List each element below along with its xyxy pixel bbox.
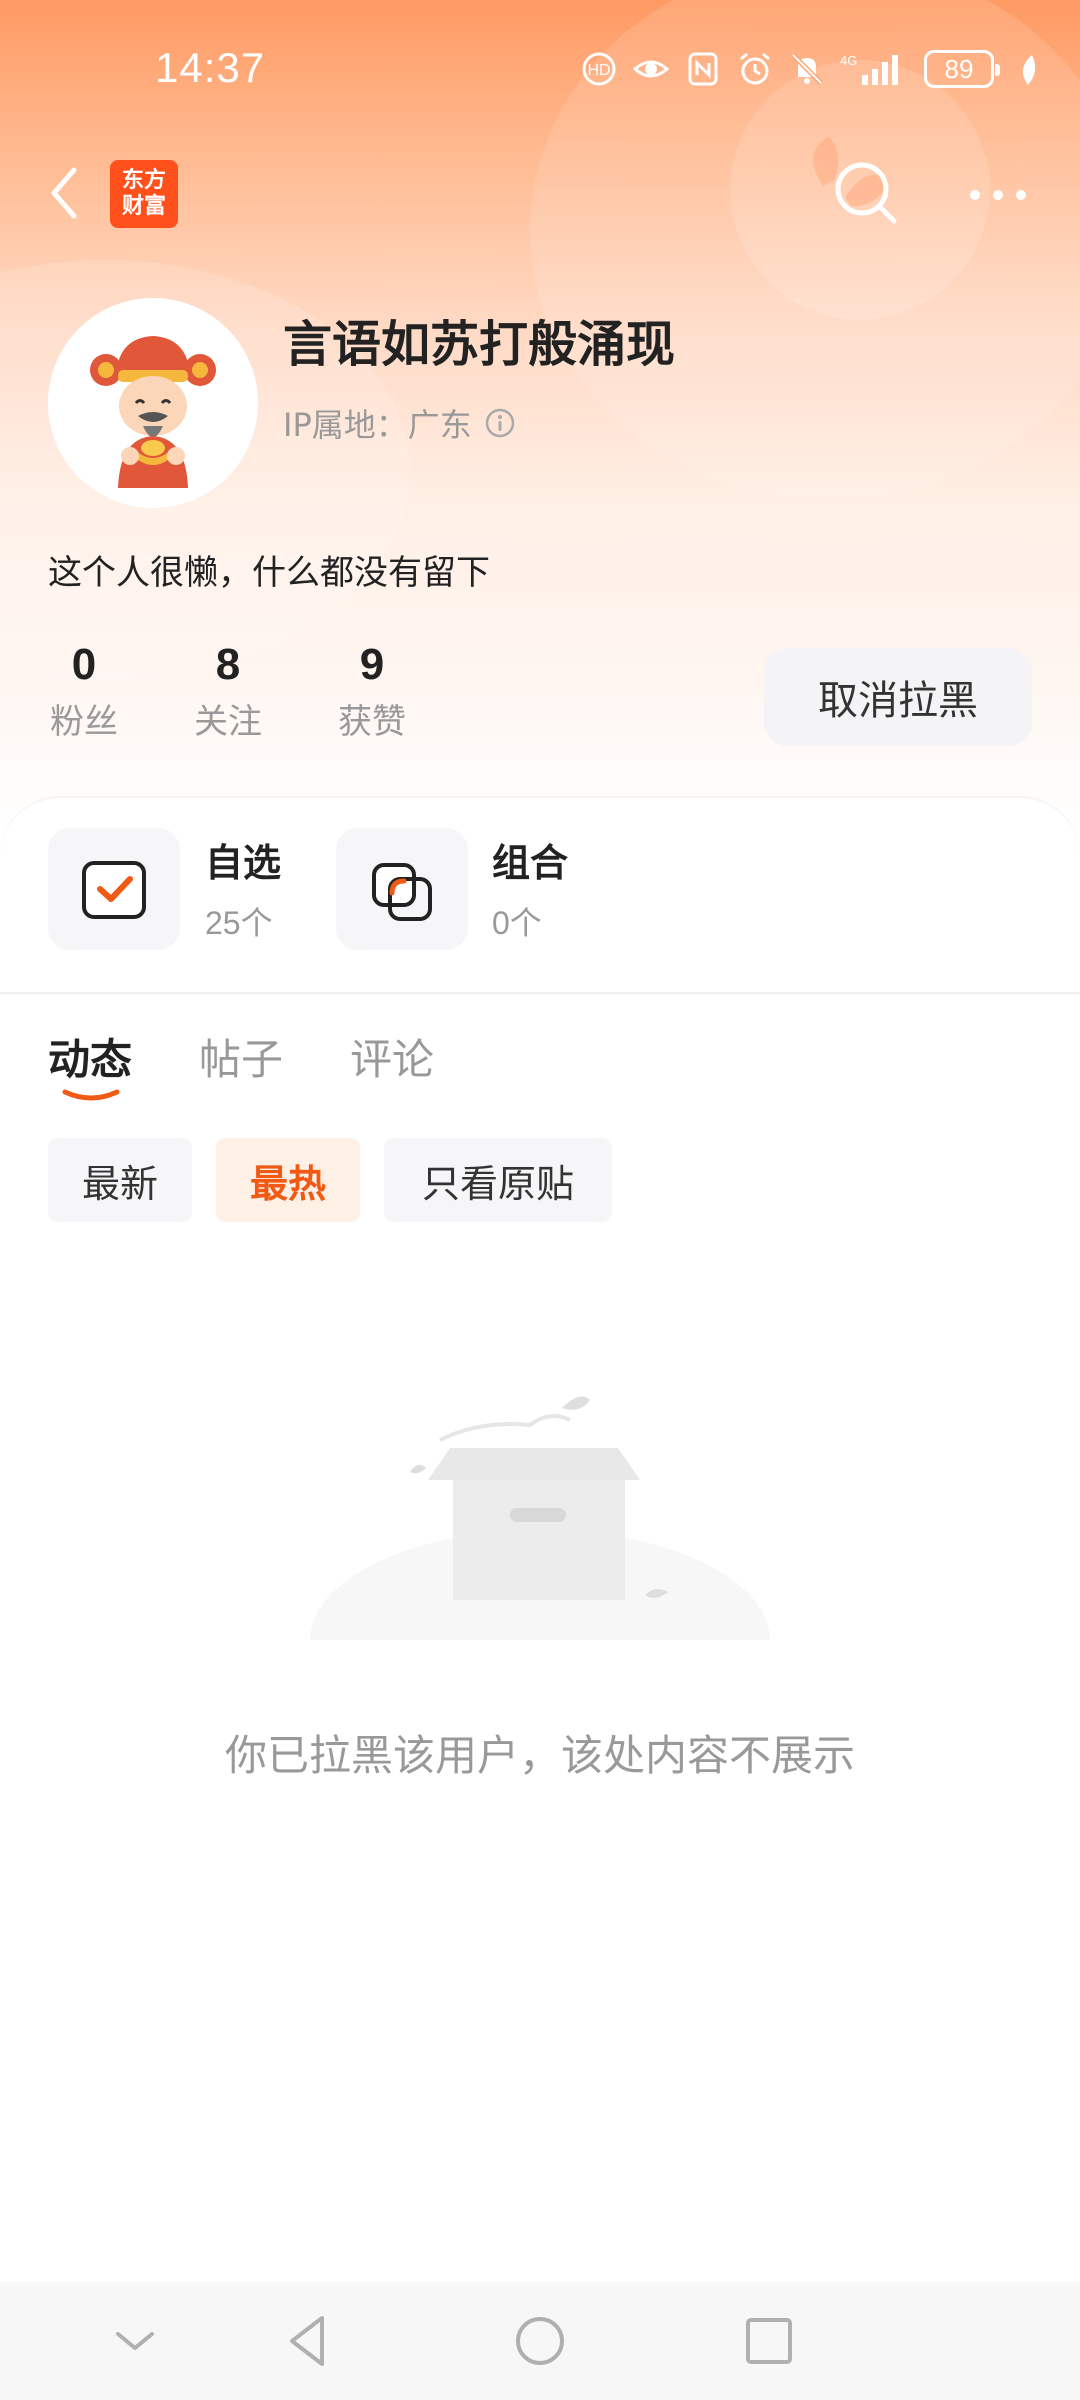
recents-square-icon[interactable] (732, 2304, 806, 2378)
status-icons: HD 4G 89 (580, 50, 1040, 88)
hd-call-icon: HD (580, 50, 618, 88)
chevron-left-icon (51, 167, 77, 219)
filter-hottest[interactable]: 最热 (216, 1138, 360, 1222)
info-icon[interactable] (484, 407, 516, 439)
tab-indicator (62, 1089, 120, 1101)
unblock-button[interactable]: 取消拉黑 (764, 648, 1032, 746)
system-navigation-bar (0, 2282, 1080, 2400)
leaf-icon (1016, 50, 1040, 88)
filter-latest[interactable]: 最新 (48, 1138, 192, 1222)
more-dots-icon (970, 190, 1026, 200)
bio: 这个人很懒，什么都没有留下 (48, 553, 490, 593)
portfolio-count: 0个 (492, 905, 542, 941)
portfolio-title[interactable]: 组合 (492, 832, 568, 887)
username: 言语如苏打般涌现 (283, 316, 676, 373)
watchlist-check-icon (82, 861, 146, 919)
avatar[interactable] (48, 298, 258, 508)
ip-location: IP属地：广东 (283, 406, 472, 444)
search-button[interactable] (828, 155, 904, 231)
filter-original-only[interactable]: 只看原贴 (384, 1138, 612, 1222)
portfolio-icon (372, 863, 432, 921)
eye-icon (632, 50, 670, 88)
collapse-icon[interactable] (98, 2304, 172, 2378)
nfc-icon (684, 50, 722, 88)
empty-box-icon (300, 1396, 780, 1660)
stat-number: 9 (359, 640, 385, 689)
stat-following[interactable]: 8 关注 (168, 640, 288, 743)
tab-activity[interactable]: 动态 (48, 1026, 132, 1087)
tab-posts[interactable]: 帖子 (199, 1026, 283, 1087)
stat-label: 关注 (194, 702, 262, 742)
logo-text: 东方 (121, 168, 166, 193)
app-logo[interactable]: 东方 财富 (110, 160, 178, 228)
back-button[interactable] (40, 160, 90, 226)
empty-state-message: 你已拉黑该用户，该处内容不展示 (224, 1731, 855, 1780)
caishen-avatar-icon (48, 298, 258, 508)
stat-label: 获赞 (338, 702, 406, 742)
stat-number: 0 (71, 640, 97, 689)
battery-icon: 89 (924, 50, 1000, 88)
stat-label: 粉丝 (50, 702, 118, 742)
stat-number: 8 (215, 640, 241, 689)
more-button[interactable] (960, 170, 1040, 220)
search-icon (835, 162, 897, 224)
status-time: 14:37 (155, 44, 266, 91)
status-bar: 14:37 HD 4G 89 (0, 0, 1080, 140)
watchlist-tile[interactable] (48, 828, 180, 950)
logo-text: 财富 (121, 194, 166, 219)
stat-followers[interactable]: 0 粉丝 (24, 640, 144, 743)
watchlist-count: 25个 (205, 905, 273, 941)
stat-likes[interactable]: 9 获赞 (312, 640, 432, 743)
svg-text:4G: 4G (840, 53, 857, 68)
tab-comments[interactable]: 评论 (350, 1026, 434, 1087)
back-triangle-icon[interactable] (272, 2304, 346, 2378)
alarm-icon (736, 50, 774, 88)
portfolio-tile[interactable] (336, 828, 468, 950)
mute-icon (788, 50, 826, 88)
home-circle-icon[interactable] (503, 2304, 577, 2378)
divider (0, 992, 1080, 994)
ip-location-row: IP属地：广东 (283, 400, 516, 446)
svg-text:HD: HD (587, 62, 610, 79)
watchlist-title[interactable]: 自选 (205, 832, 281, 887)
signal-icon: 4G (840, 50, 910, 88)
